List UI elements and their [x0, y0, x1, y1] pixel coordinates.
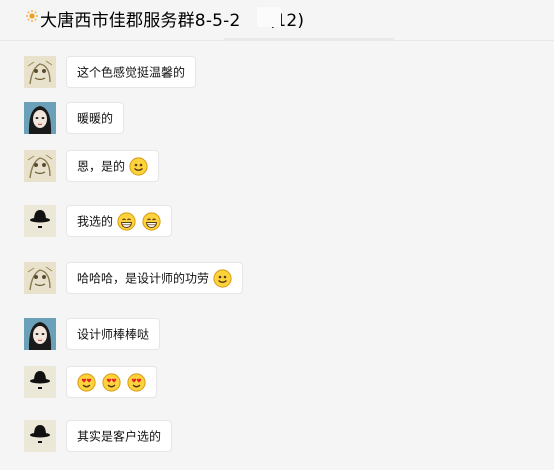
- redacted-area: [257, 7, 281, 27]
- message-text: 哈哈哈，是设计师的功劳: [77, 271, 210, 286]
- sketch-face-avatar[interactable]: [24, 56, 56, 88]
- bowler-hat-avatar[interactable]: [24, 205, 56, 237]
- message-text: 我选的: [77, 214, 114, 229]
- message-bubble[interactable]: 恩，是的: [66, 150, 160, 182]
- bowler-hat-avatar[interactable]: [24, 366, 56, 398]
- smile-emoji-icon: [129, 157, 148, 176]
- heart-eyes-emoji-icon: [77, 373, 96, 392]
- woman-avatar[interactable]: [24, 318, 56, 350]
- sketch-face-avatar[interactable]: [24, 150, 56, 182]
- message-bubble[interactable]: 哈哈哈，是设计师的功劳: [66, 262, 244, 294]
- message-text: 其实是客户选的: [77, 429, 162, 444]
- message-text: 这个色感觉挺温馨的: [77, 65, 186, 80]
- message-bubble[interactable]: 设计师棒棒哒: [66, 318, 161, 350]
- smile-emoji-icon: [213, 269, 232, 288]
- message-bubble[interactable]: 暖暖的: [66, 102, 125, 134]
- header-divider: [224, 38, 394, 41]
- woman-avatar[interactable]: [24, 102, 56, 134]
- grin-emoji-icon: [117, 212, 136, 231]
- message-bubble[interactable]: [66, 366, 157, 398]
- grin-emoji-icon: [142, 212, 161, 231]
- message-bubble[interactable]: 我选的: [66, 205, 173, 237]
- message-text: 暖暖的: [77, 111, 114, 126]
- heart-eyes-emoji-icon: [127, 373, 146, 392]
- message-bubble[interactable]: 这个色感觉挺温馨的: [66, 56, 197, 88]
- message-text: 设计师棒棒哒: [77, 327, 150, 342]
- group-name: 大唐西市佳郡服务群8-5-2: [40, 11, 241, 31]
- heart-eyes-emoji-icon: [102, 373, 121, 392]
- sketch-face-avatar[interactable]: [24, 262, 56, 294]
- bowler-hat-avatar[interactable]: [24, 420, 56, 452]
- message-text: 恩，是的: [77, 159, 126, 174]
- message-bubble[interactable]: 其实是客户选的: [66, 420, 173, 452]
- chat-header: 大唐西市佳郡服务群8-5-2 (12): [0, 0, 554, 41]
- group-sun-icon: [26, 10, 38, 22]
